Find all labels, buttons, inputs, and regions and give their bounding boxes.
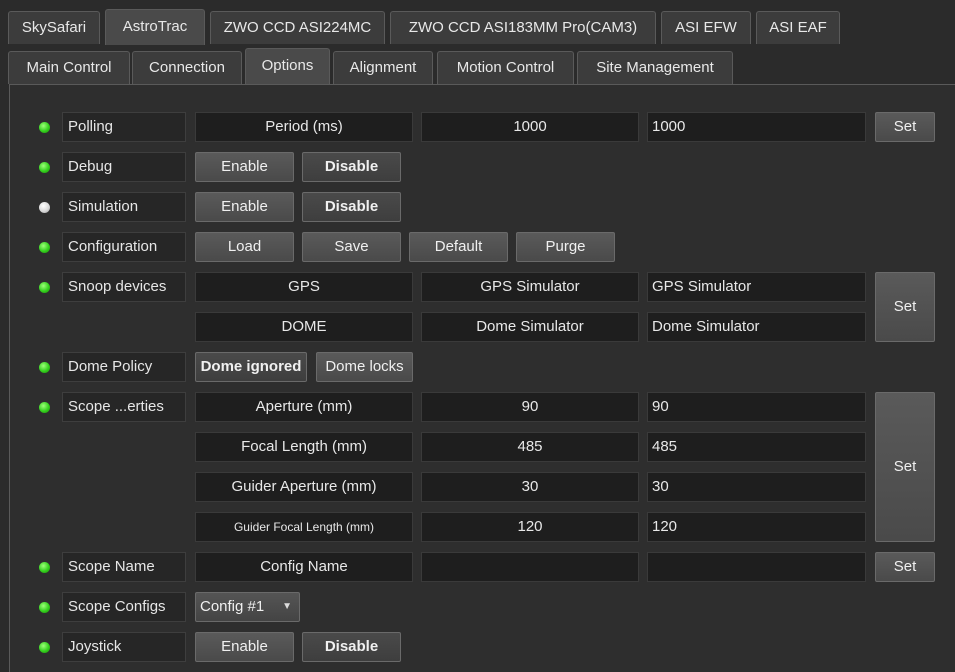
polling-set-button[interactable]: Set (875, 112, 935, 142)
configuration-label: Configuration (62, 232, 186, 262)
simulation-disable-button[interactable]: Disable (302, 192, 401, 222)
scope-configs-label: Scope Configs (62, 592, 186, 622)
joystick-label: Joystick (62, 632, 186, 662)
scope-configs-status-icon (39, 602, 50, 613)
snoop-gps-input[interactable]: GPS Simulator (647, 272, 866, 302)
tab-zwo-asi224mc[interactable]: ZWO CCD ASI224MC (210, 11, 385, 44)
snoop-set-button[interactable]: Set (875, 272, 935, 342)
polling-period-value: 1000 (421, 112, 639, 142)
tab-zwo-asi183mm[interactable]: ZWO CCD ASI183MM Pro(CAM3) (390, 11, 656, 44)
debug-status-icon (39, 162, 50, 173)
snoop-dome-label: DOME (195, 312, 413, 342)
snoop-dome-input[interactable]: Dome Simulator (647, 312, 866, 342)
scope-properties-status-icon (39, 402, 50, 413)
focal-length-input[interactable]: 485 (647, 432, 866, 462)
tab-skysafari[interactable]: SkySafari (8, 11, 100, 44)
chevron-down-icon: ▼ (282, 601, 292, 612)
scope-properties-set-button[interactable]: Set (875, 392, 935, 542)
snoop-devices-status-icon (39, 282, 50, 293)
tab-options[interactable]: Options (245, 48, 330, 84)
config-save-button[interactable]: Save (302, 232, 401, 262)
scope-config-selected-value: Config #1 (200, 598, 265, 615)
tab-motion-control[interactable]: Motion Control (437, 51, 574, 84)
polling-period-input[interactable]: 1000 (647, 112, 866, 142)
config-purge-button[interactable]: Purge (516, 232, 615, 262)
debug-disable-button[interactable]: Disable (302, 152, 401, 182)
tab-alignment[interactable]: Alignment (333, 51, 433, 84)
scope-name-label: Scope Name (62, 552, 186, 582)
dome-ignored-button[interactable]: Dome ignored (195, 352, 307, 382)
polling-status-icon (39, 122, 50, 133)
dome-locks-button[interactable]: Dome locks (316, 352, 413, 382)
guider-aperture-value: 30 (421, 472, 639, 502)
tab-connection[interactable]: Connection (132, 51, 242, 84)
property-group-tab-bar: Main Control Connection Options Alignmen… (0, 46, 955, 84)
simulation-status-icon (39, 202, 50, 213)
focal-length-value: 485 (421, 432, 639, 462)
snoop-devices-label: Snoop devices (62, 272, 186, 302)
configuration-status-icon (39, 242, 50, 253)
aperture-value: 90 (421, 392, 639, 422)
simulation-enable-button[interactable]: Enable (195, 192, 294, 222)
guider-aperture-label: Guider Aperture (mm) (195, 472, 413, 502)
polling-period-label: Period (ms) (195, 112, 413, 142)
guider-aperture-input[interactable]: 30 (647, 472, 866, 502)
scope-properties-label: Scope ...erties (62, 392, 186, 422)
polling-label: Polling (62, 112, 186, 142)
joystick-status-icon (39, 642, 50, 653)
config-name-value (421, 552, 639, 582)
debug-enable-button[interactable]: Enable (195, 152, 294, 182)
snoop-gps-label: GPS (195, 272, 413, 302)
tab-site-management[interactable]: Site Management (577, 51, 733, 84)
focal-length-label: Focal Length (mm) (195, 432, 413, 462)
scope-name-set-button[interactable]: Set (875, 552, 935, 582)
simulation-label: Simulation (62, 192, 186, 222)
scope-name-status-icon (39, 562, 50, 573)
config-load-button[interactable]: Load (195, 232, 294, 262)
guider-focal-length-input[interactable]: 120 (647, 512, 866, 542)
guider-focal-length-label: Guider Focal Length (mm) (195, 512, 413, 542)
snoop-gps-value: GPS Simulator (421, 272, 639, 302)
scope-config-select[interactable]: Config #1 ▼ (195, 592, 300, 622)
snoop-dome-value: Dome Simulator (421, 312, 639, 342)
aperture-label: Aperture (mm) (195, 392, 413, 422)
dome-policy-status-icon (39, 362, 50, 373)
joystick-enable-button[interactable]: Enable (195, 632, 294, 662)
joystick-disable-button[interactable]: Disable (302, 632, 401, 662)
config-name-label: Config Name (195, 552, 413, 582)
tab-astrotrac[interactable]: AstroTrac (105, 9, 205, 45)
aperture-input[interactable]: 90 (647, 392, 866, 422)
debug-label: Debug (62, 152, 186, 182)
tab-asi-eaf[interactable]: ASI EAF (756, 11, 840, 44)
device-tab-bar: SkySafari AstroTrac ZWO CCD ASI224MC ZWO… (0, 0, 955, 46)
config-default-button[interactable]: Default (409, 232, 508, 262)
guider-focal-length-value: 120 (421, 512, 639, 542)
config-name-input[interactable] (647, 552, 866, 582)
dome-policy-label: Dome Policy (62, 352, 186, 382)
tab-asi-efw[interactable]: ASI EFW (661, 11, 751, 44)
tab-main-control[interactable]: Main Control (8, 51, 130, 84)
